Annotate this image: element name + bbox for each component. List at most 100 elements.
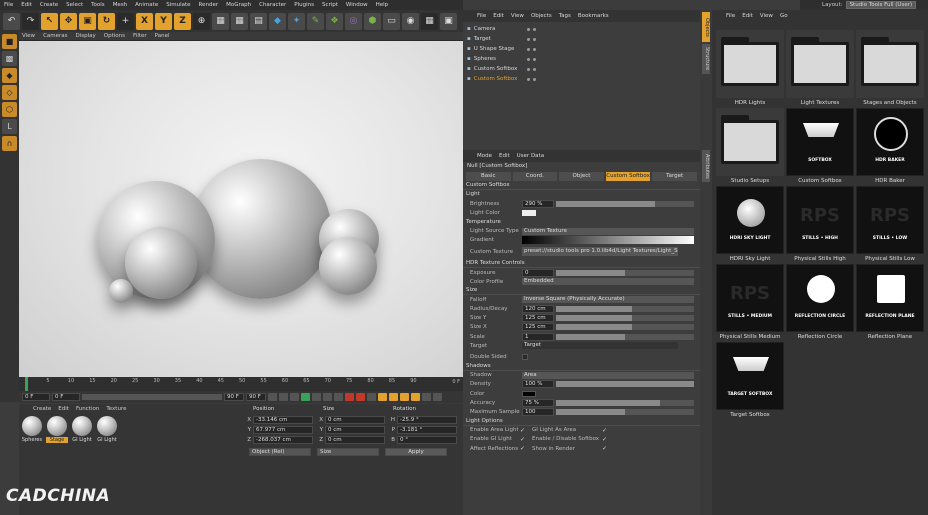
visibility-dot-icon[interactable] (526, 57, 530, 61)
accuracy-field[interactable]: 75 % (522, 398, 554, 407)
menu-item-mesh[interactable]: Mesh (113, 2, 127, 8)
render-dot-icon[interactable] (532, 27, 536, 31)
size-y-slider[interactable] (556, 315, 694, 322)
visibility-dot-icon[interactable] (526, 67, 530, 71)
material-swatch[interactable]: Spheres (21, 416, 43, 443)
menu-item-help[interactable]: Help (376, 2, 389, 8)
checkmark-icon[interactable]: ✓ (520, 436, 530, 443)
play-button[interactable] (301, 393, 310, 401)
size-mode-dropdown[interactable]: Size (317, 448, 379, 456)
max-samples-slider[interactable] (556, 408, 694, 415)
rotation-field[interactable]: -3.181 ° (397, 425, 457, 434)
viewport-menu-filter[interactable]: Filter (133, 33, 147, 39)
axis-mode-icon[interactable]: L (2, 119, 17, 134)
tab-custom-softbox[interactable]: Custom Softbox (605, 172, 651, 181)
tab-coord-[interactable]: Coord. (512, 172, 558, 181)
visibility-dot-icon[interactable] (526, 27, 530, 31)
exposure-field[interactable]: 0 (522, 268, 554, 277)
menu-item-select[interactable]: Select (66, 2, 83, 8)
falloff-dropdown[interactable]: Inverse Square (Physically Accurate) (522, 296, 694, 304)
goto-start-button[interactable] (268, 393, 277, 401)
position-key-button[interactable] (378, 393, 387, 401)
menu-item-mograph[interactable]: MoGraph (226, 2, 251, 8)
x-axis-icon[interactable]: X (136, 12, 153, 30)
gradient-bar[interactable] (522, 236, 694, 245)
object-row[interactable]: ▪ Custom Softbox (463, 74, 700, 84)
prev-frame-button[interactable] (290, 393, 299, 401)
autokey-button[interactable] (356, 393, 365, 401)
browser-menu-go[interactable]: Go (780, 13, 788, 22)
checkmark-icon[interactable]: ✓ (602, 445, 612, 452)
target-link-field[interactable]: Target (522, 342, 678, 350)
browser-item[interactable]: HDR Lights (716, 30, 784, 106)
light-icon[interactable]: ◉ (402, 12, 419, 30)
density-field[interactable]: 100 % (522, 380, 554, 389)
menu-item-render[interactable]: Render (199, 2, 219, 8)
viewport-menu-display[interactable]: Display (76, 33, 96, 39)
tab-target[interactable]: Target (652, 172, 697, 181)
light-source-dropdown[interactable]: Custom Texture (522, 227, 694, 235)
browser-item[interactable]: REFLECTION PLANE Reflection Plane (856, 264, 924, 340)
menu-item-plugins[interactable]: Plugins (294, 2, 314, 8)
object-row[interactable]: ▪ Custom Softbox (463, 64, 700, 74)
generator-icon[interactable]: ❖ (326, 12, 343, 30)
tab-object[interactable]: Object (559, 172, 604, 181)
menu-item-simulate[interactable]: Simulate (166, 2, 190, 8)
viewport-menu-options[interactable]: Options (104, 33, 125, 39)
polygons-mode-icon[interactable]: ⬡ (2, 102, 17, 117)
range-slider[interactable] (82, 394, 222, 400)
light-color-row[interactable]: Light Color (463, 208, 700, 217)
checkmark-icon[interactable]: ✓ (520, 445, 530, 452)
coord-mode-dropdown[interactable]: Object (Rel) (249, 448, 311, 456)
scale-tool-icon[interactable]: ▣ (79, 12, 96, 30)
material-swatch[interactable]: Stage (46, 416, 68, 443)
rotate-tool-icon[interactable]: ↻ (98, 12, 115, 30)
render-settings-icon[interactable]: ▤ (250, 12, 267, 30)
viewport-menu-panel[interactable]: Panel (155, 33, 170, 39)
size-field[interactable]: 0 cm (325, 425, 385, 434)
attribute-menu-mode[interactable]: Mode (477, 153, 492, 162)
viewport[interactable] (19, 41, 463, 377)
scale-field[interactable]: 1 (522, 332, 554, 341)
checkmark-icon[interactable]: ✓ (520, 427, 530, 434)
rotation-field[interactable]: 0 ° (397, 435, 457, 444)
menu-item-create[interactable]: Create (40, 2, 58, 8)
select-tool-icon[interactable]: ↖ (41, 12, 58, 30)
object-menu-tags[interactable]: Tags (559, 13, 571, 22)
size-x-slider[interactable] (556, 324, 694, 331)
texture-mode-icon[interactable]: ▩ (2, 51, 17, 66)
undo-icon[interactable]: ↶ (3, 12, 20, 30)
browser-item[interactable]: TARGET SOFTBOX Target Softbox (716, 342, 784, 418)
apply-button[interactable]: Apply (385, 448, 447, 456)
parameter-key-button[interactable] (411, 393, 420, 401)
object-menu-view[interactable]: View (511, 13, 524, 22)
render-view-icon[interactable]: ▦ (212, 12, 229, 30)
menu-item-edit[interactable]: Edit (21, 2, 32, 8)
object-name[interactable]: Custom Softbox (474, 76, 524, 82)
last-tool-icon[interactable]: + (117, 12, 134, 30)
object-name[interactable]: Camera (474, 26, 524, 32)
min-frame-field[interactable]: 0 F (52, 393, 80, 401)
object-name[interactable]: U Shape Stage (474, 46, 524, 52)
keyframe-selection-button[interactable] (367, 393, 376, 401)
scale-slider[interactable] (556, 333, 694, 340)
double-sided-checkbox[interactable] (522, 354, 528, 361)
menu-item-file[interactable]: File (4, 2, 13, 8)
render-dot-icon[interactable] (532, 67, 536, 71)
browser-item[interactable]: Light Textures (786, 30, 854, 106)
browser-item[interactable]: REFLECTION CIRCLE Reflection Circle (786, 264, 854, 340)
goto-end-button[interactable] (334, 393, 343, 401)
start-frame-field[interactable]: 0 F (22, 393, 50, 401)
tab-basic[interactable]: Basic (466, 172, 511, 181)
exposure-slider[interactable] (556, 269, 694, 276)
object-row[interactable]: ▪ U Shape Stage (463, 44, 700, 54)
browser-item[interactable]: RPS STILLS • HIGH Physical Stills High (786, 186, 854, 262)
object-name[interactable]: Spheres (474, 56, 524, 62)
brightness-field[interactable]: 290 % (522, 199, 554, 208)
render-dot-icon[interactable] (532, 47, 536, 51)
magnet-icon[interactable]: ∩ (2, 136, 17, 151)
object-name[interactable]: Custom Softbox (474, 66, 524, 72)
position-field[interactable]: -268.037 cm (253, 435, 313, 444)
position-field[interactable]: -33.146 cm (253, 415, 313, 424)
tab-attributes-side[interactable]: Attributes (702, 150, 710, 182)
